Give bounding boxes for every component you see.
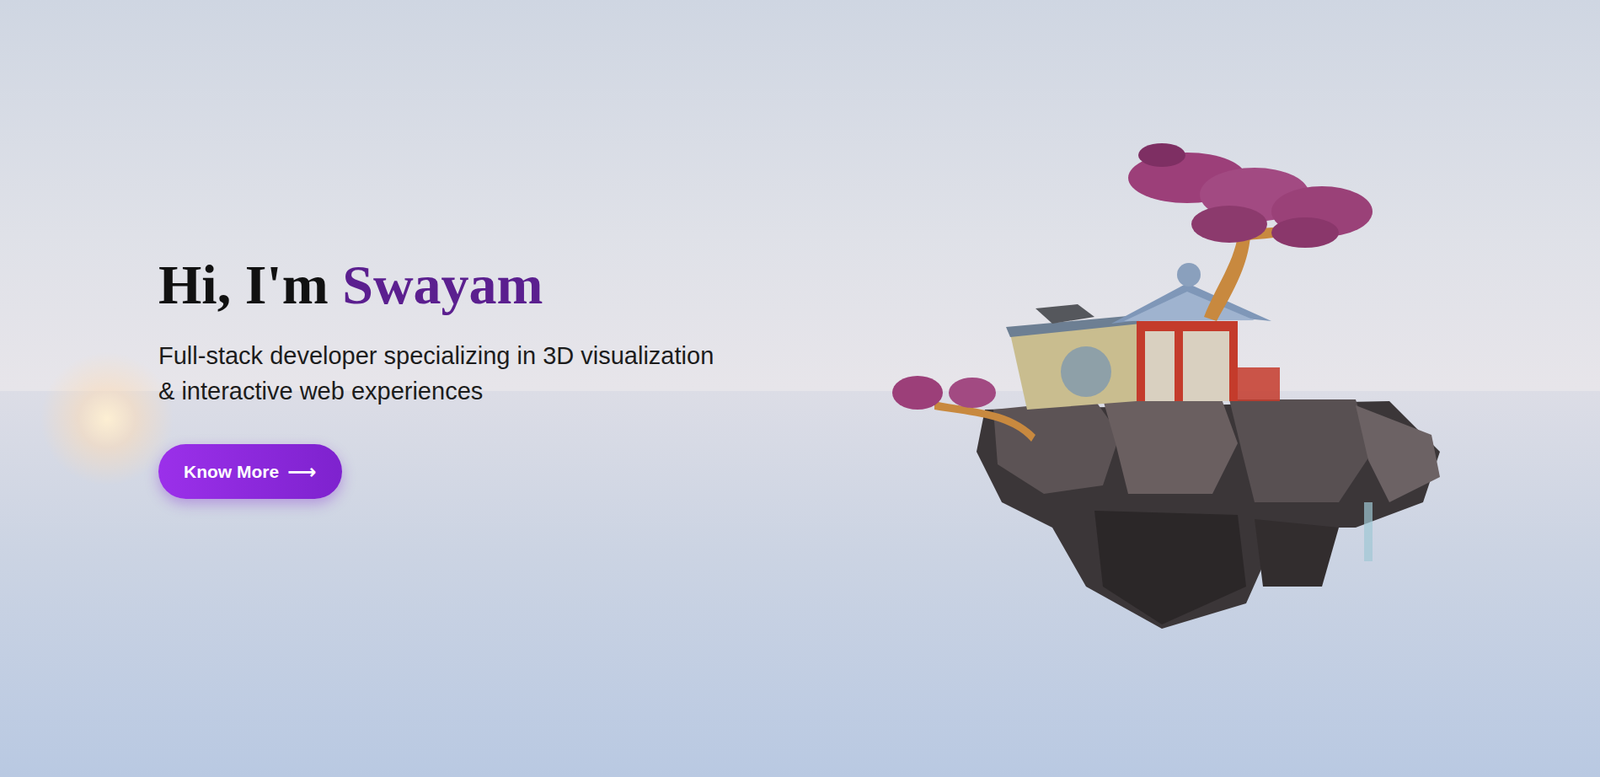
sun-glow — [39, 351, 175, 487]
pavilion-icon — [1111, 262, 1280, 402]
subtitle-line: Full-stack developer specializing in 3D … — [158, 337, 714, 374]
floating-island-icon[interactable] — [883, 131, 1457, 637]
small-tree-icon — [892, 375, 1036, 442]
subtitle-line: & interactive web experiences — [158, 373, 714, 409]
hero-title: Hi, I'm Swayam — [158, 252, 544, 317]
hero-subtitle: Full-stack developer specializing in 3D … — [158, 337, 714, 409]
greeting: Hi, I'm — [158, 253, 343, 316]
know-more-button[interactable]: Know More ⟶ — [158, 444, 343, 499]
name-highlight: Swayam — [342, 253, 543, 316]
hero-content: Hi, I'm Swayam Full-stack developer speci… — [0, 0, 1600, 777]
rock-base-icon — [976, 396, 1440, 629]
cherry-tree-icon — [1128, 143, 1373, 322]
arrow-icon: ⟶ — [287, 461, 316, 482]
intro: Hi, I'm Swayam Full-stack developer speci… — [158, 252, 714, 500]
button-label: Know More — [183, 461, 279, 482]
hero-section: Hi, I'm Swayam Full-stack developer speci… — [0, 0, 1600, 777]
